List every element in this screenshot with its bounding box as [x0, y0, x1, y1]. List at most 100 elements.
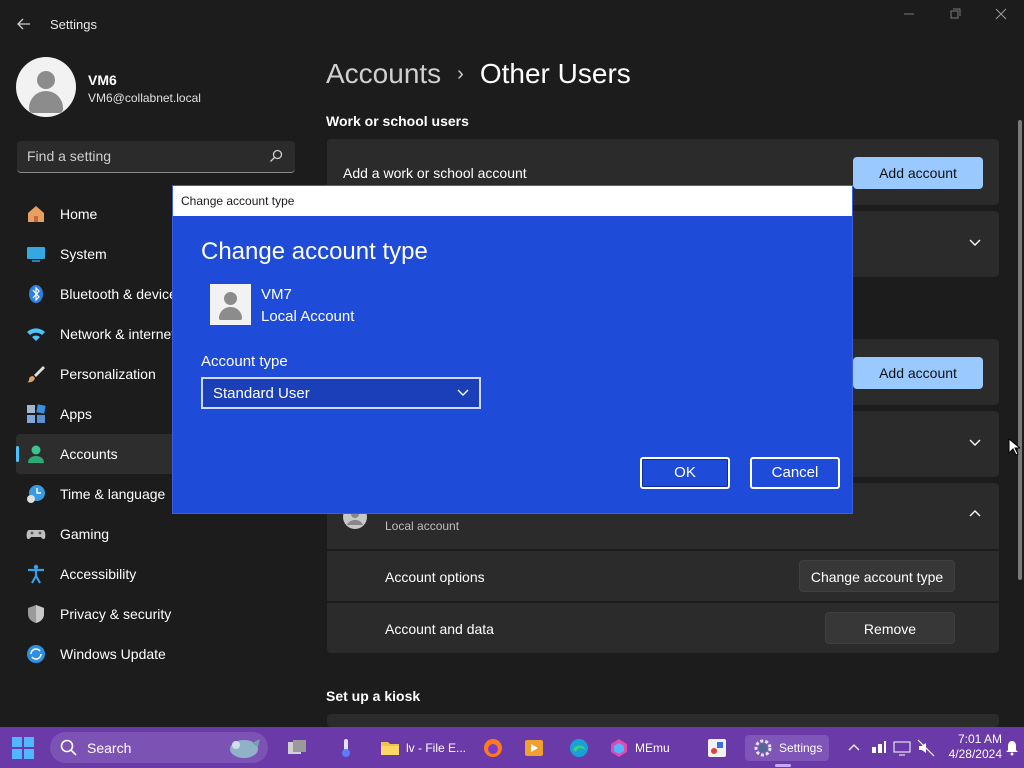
taskbar-app-snipping-tool[interactable] — [707, 735, 727, 761]
user-subtitle: Local account — [385, 519, 460, 533]
work-school-section-title: Work or school users — [326, 113, 469, 129]
settings-gear-icon — [754, 739, 772, 757]
taskbar-app-label: MEmu — [635, 741, 670, 755]
profile-email: VM6@collabnet.local — [88, 91, 201, 105]
kiosk-card[interactable] — [327, 714, 999, 727]
taskbar-search[interactable]: Search — [50, 732, 268, 763]
chevron-down-icon[interactable] — [965, 234, 985, 254]
sidebar-item-label: Home — [60, 206, 98, 222]
breadcrumb: Accounts › Other Users — [326, 58, 631, 90]
taskbar-app-settings[interactable]: Settings — [745, 735, 829, 767]
system-icon — [27, 247, 45, 262]
sidebar-item-label: Accounts — [60, 446, 118, 462]
account-type-label: Account type — [201, 353, 288, 370]
change-account-type-dialog: Change account type Change account type … — [172, 185, 853, 514]
thermometer-icon — [342, 739, 350, 757]
profile-name: VM6 — [88, 72, 117, 88]
back-arrow-icon[interactable] — [14, 14, 34, 34]
network-icon — [27, 328, 45, 341]
file-explorer-icon — [381, 742, 399, 755]
app-title: Settings — [50, 17, 97, 32]
dialog-user-type: Local Account — [261, 308, 355, 325]
sidebar-item-label: Windows Update — [60, 646, 166, 662]
sidebar-item-accessibility[interactable]: Accessibility — [16, 554, 296, 594]
sidebar-item-label: Privacy & security — [60, 606, 172, 622]
page-title: Other Users — [479, 58, 631, 89]
sidebar-item-label: Network & internet — [60, 326, 176, 342]
avatar-body — [29, 91, 63, 113]
taskbar-app-thermometer[interactable] — [336, 735, 356, 761]
avatar-head — [37, 71, 55, 89]
apps-icon — [27, 404, 46, 423]
search-input[interactable] — [27, 148, 247, 164]
sidebar-item-gaming[interactable]: Gaming — [16, 514, 296, 554]
taskbar-app-label: Settings — [779, 741, 823, 755]
taskbar-app-task-view[interactable] — [287, 735, 307, 761]
user-avatar-head — [224, 292, 237, 305]
sidebar-item-label: Bluetooth & devices — [60, 286, 184, 302]
taskbar: Search lv - File E... MEmu Settings 7:01… — [0, 727, 1024, 768]
sidebar-item-label: Apps — [60, 406, 92, 422]
display-icon[interactable] — [893, 739, 911, 757]
minimize-icon[interactable] — [894, 8, 924, 26]
chevron-up-icon[interactable] — [965, 506, 985, 526]
ok-button[interactable]: OK — [640, 457, 730, 489]
account-type-select[interactable]: Standard User — [201, 377, 481, 409]
breadcrumb-separator: › — [457, 62, 464, 85]
close-icon[interactable] — [986, 8, 1016, 26]
title-bar: Settings — [0, 0, 1024, 48]
taskbar-app-media-player[interactable] — [524, 735, 544, 761]
taskbar-app-edge[interactable] — [569, 735, 589, 761]
bluetooth-icon — [29, 285, 43, 303]
taskbar-app-memu[interactable]: MEmu — [609, 735, 670, 761]
account-options-row: Account options Change account type — [327, 551, 999, 601]
sidebar-item-label: Personalization — [60, 366, 156, 382]
brush-icon — [27, 366, 45, 383]
sidebar-item-label: System — [60, 246, 107, 262]
windows-start-icon[interactable] — [12, 737, 34, 759]
mouse-cursor-icon — [1008, 438, 1020, 456]
maximize-icon[interactable] — [940, 8, 970, 26]
show-hidden-icons-chevron-icon[interactable] — [848, 739, 860, 757]
notification-bell-icon[interactable] — [1005, 739, 1019, 757]
remove-button[interactable]: Remove — [825, 612, 955, 644]
volume-muted-icon[interactable] — [917, 739, 935, 757]
chevron-down-icon[interactable] — [965, 434, 985, 454]
dialog-title-bar[interactable]: Change account type — [173, 186, 852, 216]
scrollbar[interactable] — [1018, 120, 1022, 580]
search-icon — [60, 739, 77, 756]
dialog-user-name: VM7 — [261, 286, 292, 303]
account-data-row: Account and data Remove — [327, 603, 999, 653]
add-other-user-button[interactable]: Add account — [853, 357, 983, 389]
taskbar-date: 4/28/2024 — [948, 747, 1002, 761]
sidebar-item-windows-update[interactable]: Windows Update — [16, 634, 296, 674]
chevron-down-icon — [457, 389, 469, 396]
sidebar-item-label: Gaming — [60, 526, 110, 542]
update-icon — [27, 645, 45, 663]
accessibility-icon — [28, 564, 44, 584]
account-type-value: Standard User — [213, 385, 310, 402]
sidebar-item-privacy[interactable]: Privacy & security — [16, 594, 296, 634]
task-view-icon — [288, 740, 306, 754]
network-status-icon[interactable] — [870, 739, 888, 757]
cancel-button[interactable]: Cancel — [750, 457, 840, 489]
taskbar-app-label: lv - File E... — [406, 741, 467, 755]
snipping-tool-icon — [708, 739, 726, 757]
breadcrumb-parent[interactable]: Accounts — [326, 58, 441, 90]
add-work-account-label: Add a work or school account — [343, 165, 527, 181]
avatar[interactable] — [16, 57, 76, 117]
taskbar-time: 7:01 AM — [957, 732, 1002, 746]
user-avatar-icon — [210, 284, 251, 325]
user-avatar-body — [219, 307, 242, 320]
taskbar-app-file-explorer[interactable]: lv - File E... — [380, 735, 466, 761]
taskbar-app-firefox[interactable] — [483, 735, 503, 761]
add-work-account-button[interactable]: Add account — [853, 157, 983, 189]
time-language-icon — [27, 485, 45, 503]
edge-icon — [570, 739, 588, 757]
taskbar-clock[interactable]: 7:01 AM 4/28/2024 — [940, 732, 1002, 762]
dialog-heading: Change account type — [201, 238, 428, 265]
change-account-type-button[interactable]: Change account type — [799, 560, 955, 592]
shield-icon — [28, 605, 44, 623]
memu-icon — [611, 739, 627, 757]
search-box[interactable] — [17, 141, 295, 173]
